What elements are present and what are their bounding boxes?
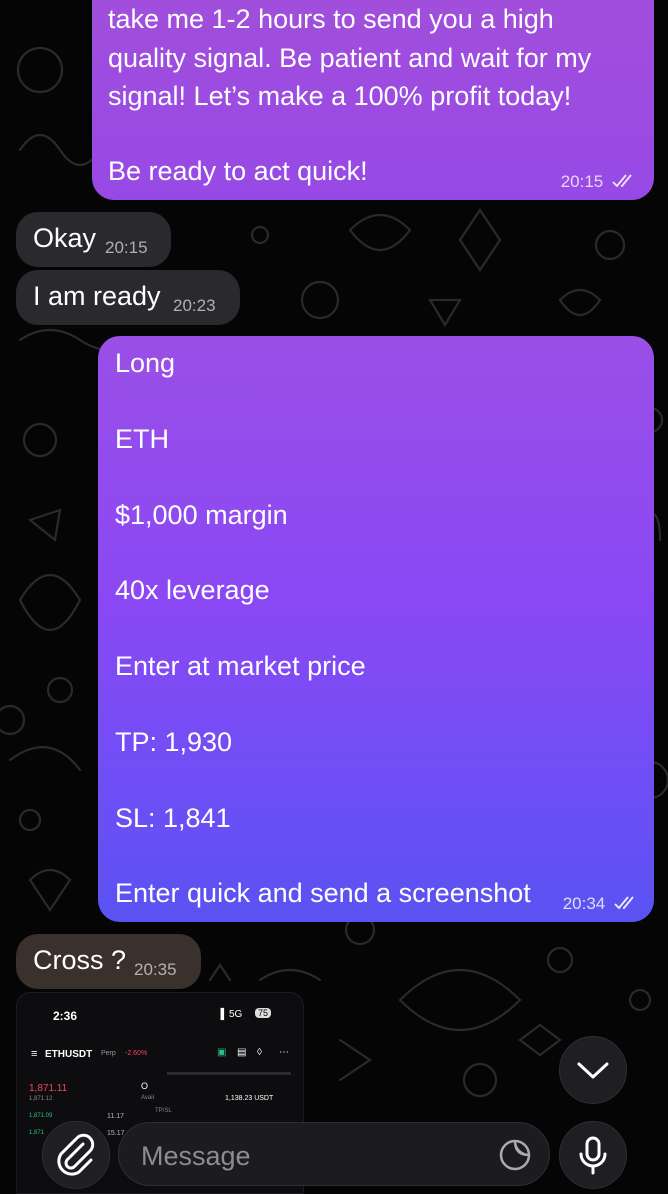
message-input[interactable] xyxy=(139,1137,483,1175)
message-outgoing-2[interactable]: Long ETH $1,000 margin 40x leverage Ente… xyxy=(98,336,654,922)
sticker-icon[interactable] xyxy=(497,1137,533,1173)
signal-stop-loss: SL: 1,841 xyxy=(115,803,231,833)
message-text: Okay xyxy=(33,223,97,253)
signal-instruction: Enter quick and send a screenshot xyxy=(115,878,531,908)
screenshot-tpsl: TP/SL xyxy=(155,1108,172,1114)
signal-asset: ETH xyxy=(115,424,169,454)
adjust-icon: ◊ xyxy=(257,1047,262,1058)
message-text: take me 1-2 hours to send you a high qua… xyxy=(108,4,592,186)
screenshot-network: 5G xyxy=(229,1009,243,1020)
message-time: 20:15 xyxy=(105,238,148,257)
message-text: Cross ? xyxy=(33,945,127,975)
screenshot-option: O xyxy=(141,1081,149,1091)
screenshot-avail-label: Avail xyxy=(141,1095,154,1101)
message-incoming-2[interactable]: I am ready 20:23 xyxy=(16,270,240,325)
message-meta: 20:15 xyxy=(561,172,638,192)
screenshot-clock: 2:36 xyxy=(53,1009,78,1023)
signal-margin: $1,000 margin xyxy=(115,500,288,530)
signal-entry: Enter at market price xyxy=(115,651,366,681)
signal-direction: Long xyxy=(115,348,176,378)
screenshot-price: 1,871.11 xyxy=(29,1083,68,1094)
screenshot-pair: ETHUSDT xyxy=(45,1049,93,1060)
message-time: 20:35 xyxy=(134,960,177,979)
signal-take-profit: TP: 1,930 xyxy=(115,727,233,757)
screenshot-battery: 75 xyxy=(255,1008,272,1018)
double-check-icon xyxy=(614,896,634,910)
screenshot-avail-value: 1,138.23 USDT xyxy=(225,1095,274,1102)
screenshot-pair-type: Perp xyxy=(101,1050,116,1057)
slider-track xyxy=(167,1072,291,1075)
message-time: 20:34 xyxy=(562,894,606,913)
screenshot-change: -2.60% xyxy=(125,1050,148,1057)
message-outgoing-1[interactable]: take me 1-2 hours to send you a high qua… xyxy=(92,0,654,200)
gift-icon: ▤ xyxy=(237,1047,247,1058)
signal-leverage: 40x leverage xyxy=(115,575,270,605)
chevron-down-icon xyxy=(577,1062,609,1079)
message-field[interactable] xyxy=(118,1122,550,1186)
message-meta: 20:34 xyxy=(563,894,640,914)
attach-button[interactable] xyxy=(42,1121,110,1189)
message-input-bar xyxy=(0,1118,668,1189)
microphone-button[interactable] xyxy=(559,1121,627,1189)
signal-bars-icon: ▐ xyxy=(217,1009,225,1020)
message-time: 20:23 xyxy=(173,296,216,315)
message-time: 20:15 xyxy=(560,172,604,191)
screenshot-sub-price: 1,871.12 xyxy=(29,1096,53,1102)
double-check-icon xyxy=(612,174,632,188)
scroll-down-button[interactable] xyxy=(559,1036,627,1104)
menu-icon: ≡ xyxy=(31,1048,38,1060)
message-text: I am ready xyxy=(33,281,161,311)
chart-icon: ▣ xyxy=(217,1047,227,1058)
microphone-icon xyxy=(579,1136,607,1175)
message-incoming-1[interactable]: Okay 20:15 xyxy=(16,212,171,267)
message-incoming-3[interactable]: Cross ? 20:35 xyxy=(16,934,201,989)
more-icon: ⋯ xyxy=(279,1047,289,1058)
paperclip-icon xyxy=(57,1133,95,1176)
